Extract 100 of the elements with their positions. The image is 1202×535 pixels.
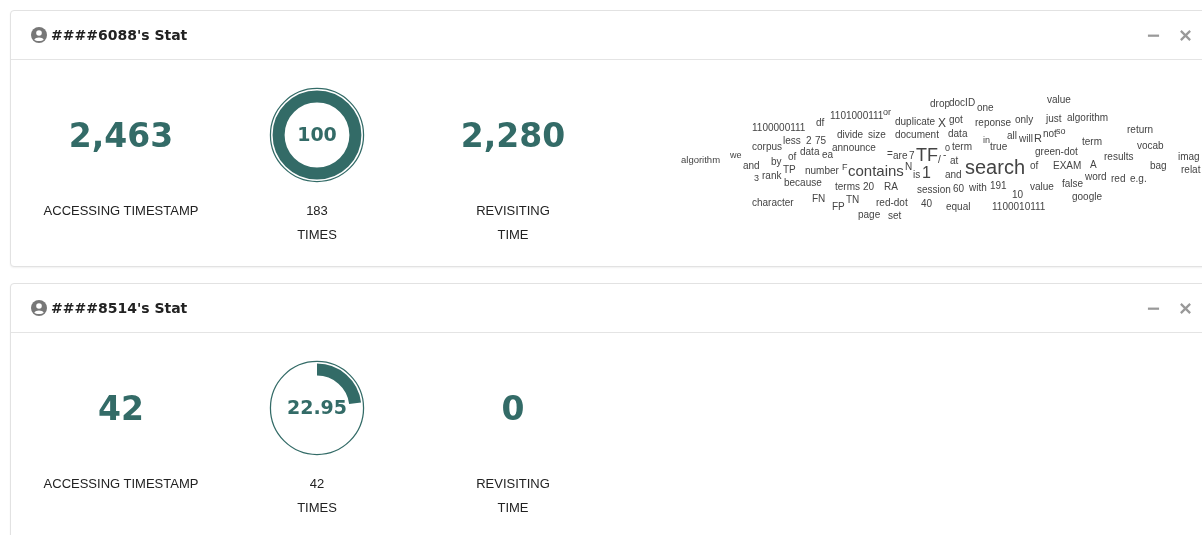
cloud-word: 1 [922, 165, 931, 181]
cloud-word: we [730, 150, 742, 160]
cloud-word: 2 [806, 136, 812, 146]
cloud-word: TF [916, 146, 938, 164]
cloud-word: imag [1178, 152, 1200, 162]
cloud-word: with [969, 183, 987, 193]
cloud-word: divide [837, 130, 864, 140]
cloud-word: terms [835, 182, 860, 192]
stat-value: 2,280 [460, 115, 566, 155]
stat-label: REVISITING TIME [475, 202, 551, 244]
stat-label: ACCESSING TIMESTAMP [43, 202, 199, 220]
cloud-word: reponse [975, 118, 1012, 128]
cloud-word: A [1090, 160, 1097, 170]
stat-value: 0 [501, 388, 525, 428]
cloud-word: results [1104, 152, 1134, 162]
cloud-word: relat [1181, 165, 1201, 175]
card-title: ####6088's Stat [51, 27, 188, 43]
cloud-word: docID [949, 98, 976, 108]
cloud-word: FN [812, 194, 826, 204]
close-icon[interactable] [1179, 301, 1192, 315]
card-title: ####8514's Stat [51, 300, 188, 316]
cloud-word: R [1034, 132, 1042, 144]
stat-count: 183 [306, 202, 328, 220]
cloud-word: return [1127, 125, 1154, 135]
cloud-word: algorithm [681, 155, 721, 165]
cloud-word: rank [762, 171, 782, 181]
stat-value: 2,463 [68, 115, 174, 155]
cloud-word: got [949, 115, 963, 125]
cloud-word: bag [1150, 161, 1167, 171]
cloud-word: contains [848, 162, 904, 178]
cloud-word: will [1019, 134, 1033, 144]
cloud-word: document [895, 130, 939, 140]
cloud-word: / [938, 155, 941, 165]
cloud-word: because [784, 178, 822, 188]
cloud-word: 75 [815, 136, 827, 146]
cloud-word: only [1015, 115, 1034, 125]
gauge-value: 100 [296, 123, 338, 145]
cloud-word: TN [846, 195, 860, 205]
cloud-word: page [858, 210, 881, 220]
cloud-word: 40 [921, 199, 933, 209]
cloud-word: not [1043, 129, 1057, 139]
cloud-word: announce [832, 143, 876, 153]
stat-value: 42 [98, 388, 144, 428]
cloud-word: RA [884, 182, 898, 192]
cloud-word: of [1030, 161, 1039, 171]
cloud-word: algorithm [1067, 113, 1109, 123]
cloud-word: corpus [752, 142, 782, 152]
cloud-word: number [805, 166, 839, 176]
cloud-word: 1100010111 [992, 202, 1046, 212]
cloud-word: less [783, 136, 801, 146]
cloud-word: X [938, 117, 946, 129]
cloud-word: N [905, 162, 913, 172]
user-icon [31, 27, 47, 43]
stat-label: ACCESSING TIMESTAMP [43, 475, 199, 493]
cloud-word: equal [946, 202, 971, 212]
stat-count: 42 [309, 475, 325, 493]
user-icon [31, 300, 47, 316]
cloud-word: FP [832, 202, 845, 212]
cloud-word: so [1056, 126, 1066, 136]
cloud-word: by [771, 157, 782, 167]
cloud-word: true [990, 142, 1008, 152]
cloud-word: duplicate [895, 117, 936, 127]
stat-label: REVISITING TIME [475, 475, 551, 517]
cloud-word: - [943, 150, 947, 160]
cloud-word: data [800, 147, 820, 157]
cloud-word: term [952, 142, 972, 152]
cloud-word: data [948, 129, 968, 139]
cloud-word: at [950, 156, 959, 166]
stat-label: TIMES [297, 226, 337, 244]
cloud-word: is [913, 170, 921, 180]
cloud-word: drop [930, 99, 950, 109]
cloud-word: one [977, 103, 994, 113]
cloud-word: term [1082, 137, 1102, 147]
cloud-word: false [1062, 179, 1084, 189]
cloud-word: value [1030, 182, 1054, 192]
cloud-word: in [983, 135, 990, 145]
cloud-word: of [788, 152, 797, 162]
cloud-word: 3 [754, 173, 759, 183]
cloud-word: all [1007, 131, 1017, 141]
cloud-word: red [1111, 174, 1126, 184]
cloud-word: 7 [909, 151, 915, 161]
cloud-word: = [887, 149, 893, 159]
cloud-word: TP [783, 165, 796, 175]
cloud-word: 1100000111 [752, 123, 806, 133]
cloud-word: 0 [945, 143, 950, 153]
stat-label: TIMES [297, 499, 337, 517]
cloud-word: green-dot [1035, 147, 1078, 157]
cloud-word: vocab [1137, 141, 1164, 151]
cloud-word: session [917, 185, 951, 195]
cloud-word: EXAM [1053, 161, 1082, 171]
cloud-word: size [868, 130, 886, 140]
cloud-word: just [1046, 114, 1062, 124]
cloud-word: df [816, 118, 825, 128]
close-icon[interactable] [1179, 28, 1192, 42]
cloud-word: value [1047, 95, 1071, 105]
cloud-word: and [743, 161, 760, 171]
cloud-word: 60 [953, 184, 965, 194]
cloud-word: 1101000111 [830, 111, 884, 121]
cloud-word: and [945, 170, 962, 180]
cloud-word: google [1072, 192, 1103, 202]
